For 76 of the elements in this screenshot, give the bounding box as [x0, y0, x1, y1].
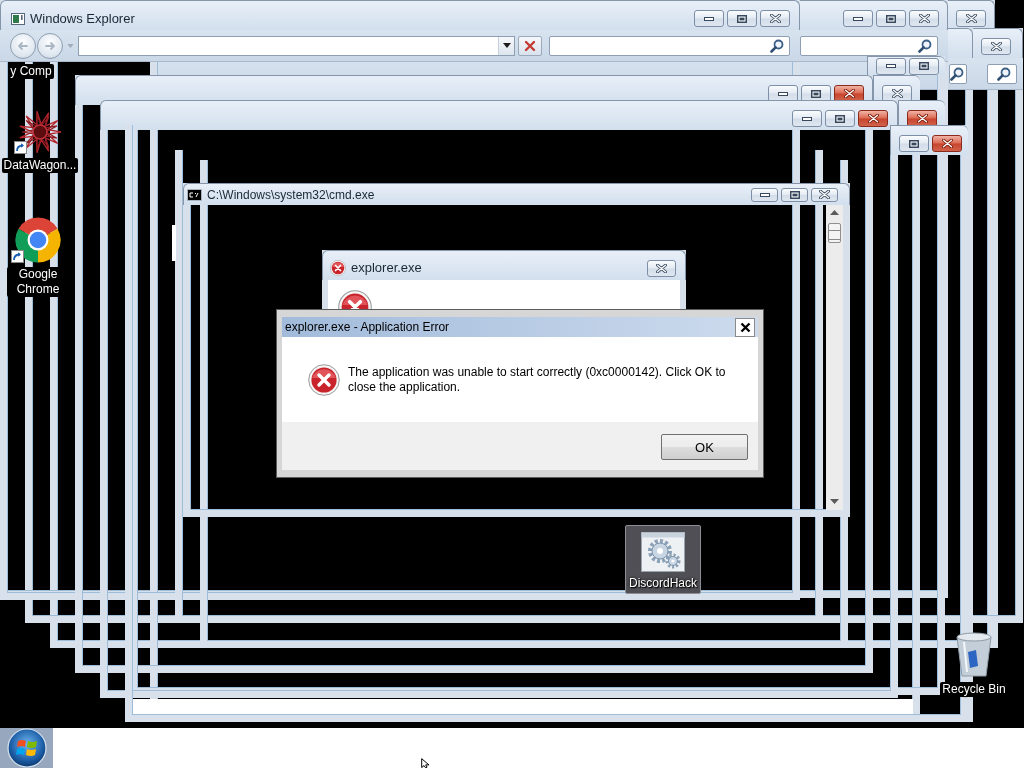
maximize-icon	[789, 190, 800, 199]
maximize-button[interactable]	[909, 57, 939, 75]
start-orb-icon	[6, 728, 47, 768]
minimize-icon	[704, 16, 714, 21]
search-field[interactable]	[549, 35, 790, 56]
right-arrow-icon	[44, 40, 56, 51]
close-icon	[769, 14, 781, 23]
ok-button[interactable]: OK	[661, 434, 748, 460]
close-button[interactable]	[858, 110, 888, 127]
close-icon	[867, 114, 879, 123]
left-arrow-icon	[17, 40, 29, 51]
close-icon	[819, 190, 830, 199]
start-button[interactable]	[0, 728, 53, 768]
search-icon	[770, 38, 784, 53]
error-icon	[330, 260, 346, 276]
address-field[interactable]	[78, 35, 515, 56]
minimize-icon	[802, 116, 812, 121]
minimize-icon	[759, 192, 770, 197]
search-icon	[918, 38, 932, 53]
caret-icon	[502, 43, 511, 48]
search-field[interactable]	[987, 63, 1017, 84]
desktop-icon[interactable]: DiscordHack	[625, 525, 701, 594]
maximize-button[interactable]	[727, 10, 757, 27]
close-icon	[656, 263, 667, 273]
minimize-icon	[778, 91, 788, 96]
maximize-icon	[737, 14, 747, 23]
dialog-title: explorer.exe - Application Error	[285, 320, 450, 334]
stop-button[interactable]	[518, 35, 542, 56]
maximize-icon	[919, 62, 929, 70]
search-icon	[997, 66, 1011, 81]
gears-icon	[641, 532, 685, 572]
close-button[interactable]	[735, 317, 755, 337]
maximize-button[interactable]	[876, 10, 906, 27]
minimize-button[interactable]	[694, 10, 724, 27]
window-icon	[11, 11, 25, 26]
window-title: explorer.exe	[351, 260, 422, 276]
search-icon	[950, 66, 964, 81]
close-icon	[916, 114, 928, 123]
close-icon	[739, 321, 751, 333]
close-icon	[965, 14, 977, 23]
close-icon	[941, 139, 953, 148]
maximize-button[interactable]	[899, 135, 929, 152]
scrollbar-track[interactable]	[826, 205, 843, 510]
maximize-icon	[909, 139, 919, 148]
starburst-icon	[18, 110, 62, 154]
close-icon	[843, 89, 855, 98]
close-button[interactable]	[932, 135, 962, 152]
close-icon	[990, 42, 1002, 51]
maximize-icon	[886, 14, 896, 23]
window-title: C:\Windows\system32\cmd.exe	[207, 186, 375, 203]
minimize-button[interactable]	[843, 10, 873, 27]
maximize-button[interactable]	[781, 187, 808, 202]
console-icon	[187, 188, 202, 201]
browser-icon	[15, 217, 61, 263]
search-field[interactable]	[800, 35, 938, 56]
error-icon	[308, 364, 340, 396]
dropdown-button[interactable]	[498, 36, 514, 55]
caret-icon	[67, 43, 74, 48]
message-text: The application was unable to start correctly (0xc0000142). Click OK to close the application.	[348, 365, 727, 395]
close-icon	[918, 14, 930, 23]
minimize-icon	[886, 64, 896, 68]
scroll-thumb[interactable]	[828, 223, 841, 243]
minimize-button[interactable]	[876, 57, 906, 75]
minimize-button[interactable]	[751, 187, 778, 202]
maximize-icon	[835, 114, 845, 123]
search-field[interactable]	[949, 63, 967, 84]
up-arrow-icon[interactable]	[830, 210, 839, 215]
minimize-button[interactable]	[792, 110, 822, 127]
down-arrow-icon[interactable]	[830, 499, 839, 504]
x-icon	[524, 39, 536, 52]
window-title: Windows Explorer	[30, 10, 135, 27]
minimize-icon	[853, 16, 863, 21]
maximize-button[interactable]	[825, 110, 855, 127]
text-cursor	[172, 225, 176, 261]
maximize-icon	[811, 89, 821, 98]
close-icon	[891, 89, 903, 98]
